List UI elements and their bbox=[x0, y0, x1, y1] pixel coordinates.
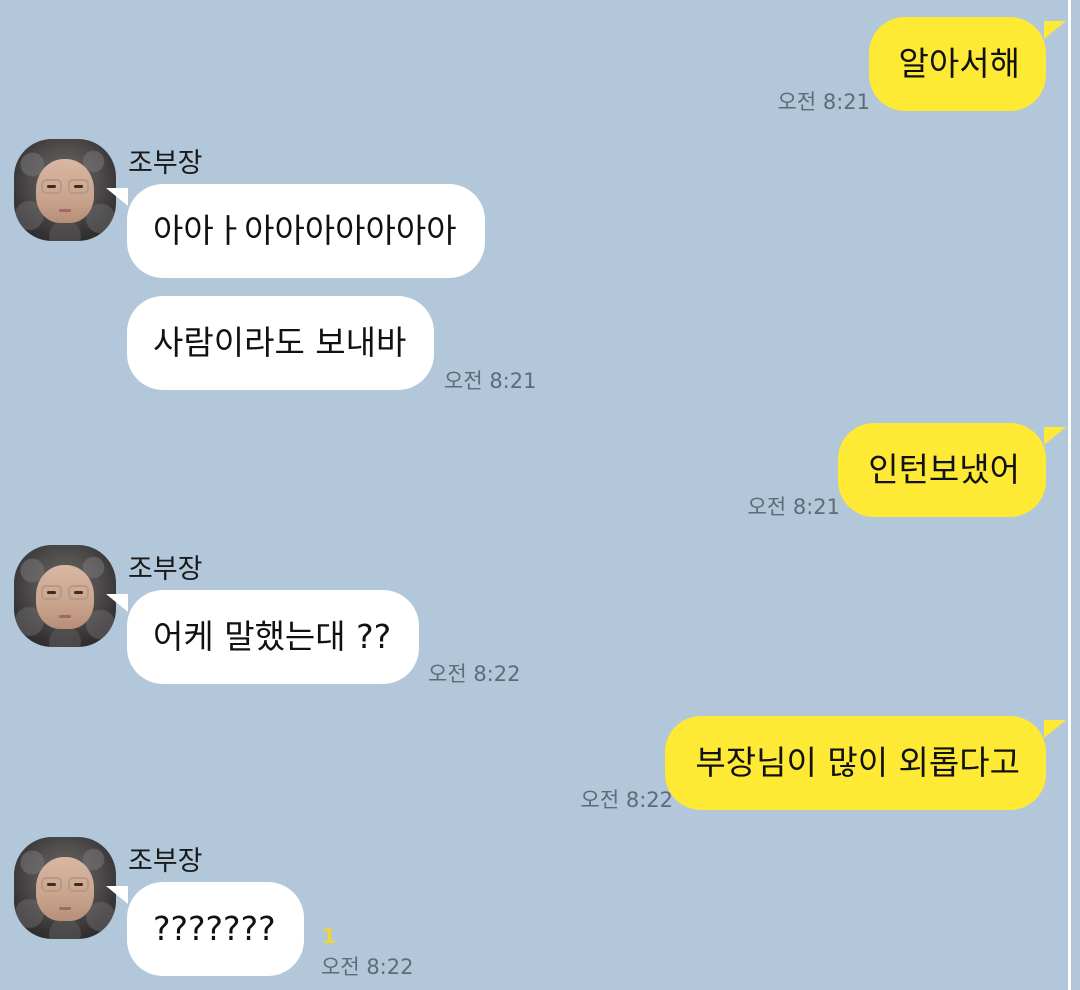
outgoing-message-bubble[interactable]: 알아서해 bbox=[868, 17, 1046, 111]
incoming-message-bubble[interactable]: 사람이라도 보내바 bbox=[127, 296, 435, 390]
avatar-eye-left bbox=[47, 591, 56, 594]
sender-name: 조부장 bbox=[128, 148, 203, 179]
avatar-mouth bbox=[59, 209, 71, 212]
outgoing-message-bubble[interactable]: 부장님이 많이 외롭다고 bbox=[665, 716, 1046, 810]
avatar-mouth bbox=[59, 907, 71, 910]
avatar-eye-right bbox=[74, 185, 83, 188]
message-timestamp: 오전 8:21 bbox=[444, 369, 537, 393]
avatar-mouth bbox=[59, 615, 71, 618]
message-timestamp: 오전 8:22 bbox=[428, 662, 521, 686]
avatar-eye-left bbox=[47, 883, 56, 886]
message-text: 알아서해 bbox=[898, 44, 1020, 83]
bubble-tail bbox=[1044, 21, 1066, 39]
avatar-eye-left bbox=[47, 185, 56, 188]
contact-avatar[interactable] bbox=[14, 837, 116, 939]
message-timestamp: 오전 8:22 bbox=[321, 955, 414, 979]
avatar-eye-right bbox=[74, 883, 83, 886]
sender-name: 조부장 bbox=[128, 846, 203, 877]
outgoing-message-bubble[interactable]: 인턴보냈어 bbox=[838, 423, 1046, 517]
message-text: 어케 말했는대 ?? bbox=[153, 617, 392, 656]
chat-message-list[interactable]: 알아서해 오전 8:21 조부장 아아ㅏ아아아아아아아 사람이라도 보내바 오전… bbox=[0, 0, 1068, 990]
bubble-tail bbox=[106, 188, 128, 206]
message-text: ??????? bbox=[153, 909, 276, 948]
message-timestamp: 오전 8:21 bbox=[747, 495, 840, 519]
right-edge-divider bbox=[1068, 0, 1071, 990]
incoming-message-bubble[interactable]: ??????? bbox=[127, 882, 304, 976]
avatar-eye-right bbox=[74, 591, 83, 594]
message-text: 부장님이 많이 외롭다고 bbox=[695, 743, 1020, 782]
sender-name: 조부장 bbox=[128, 554, 203, 585]
bubble-tail bbox=[106, 594, 128, 612]
incoming-message-bubble[interactable]: 아아ㅏ아아아아아아아 bbox=[127, 184, 485, 278]
incoming-message-bubble[interactable]: 어케 말했는대 ?? bbox=[127, 590, 420, 684]
contact-avatar[interactable] bbox=[14, 545, 116, 647]
message-text: 아아ㅏ아아아아아아아 bbox=[153, 211, 457, 250]
message-text: 인턴보냈어 bbox=[868, 450, 1020, 489]
contact-avatar[interactable] bbox=[14, 139, 116, 241]
bubble-tail bbox=[106, 886, 128, 904]
message-timestamp: 오전 8:21 bbox=[777, 90, 870, 114]
unread-count-badge: 1 bbox=[322, 924, 336, 948]
message-timestamp: 오전 8:22 bbox=[580, 788, 673, 812]
bubble-tail bbox=[1044, 720, 1066, 738]
message-text: 사람이라도 보내바 bbox=[153, 323, 407, 362]
bubble-tail bbox=[1044, 427, 1066, 445]
